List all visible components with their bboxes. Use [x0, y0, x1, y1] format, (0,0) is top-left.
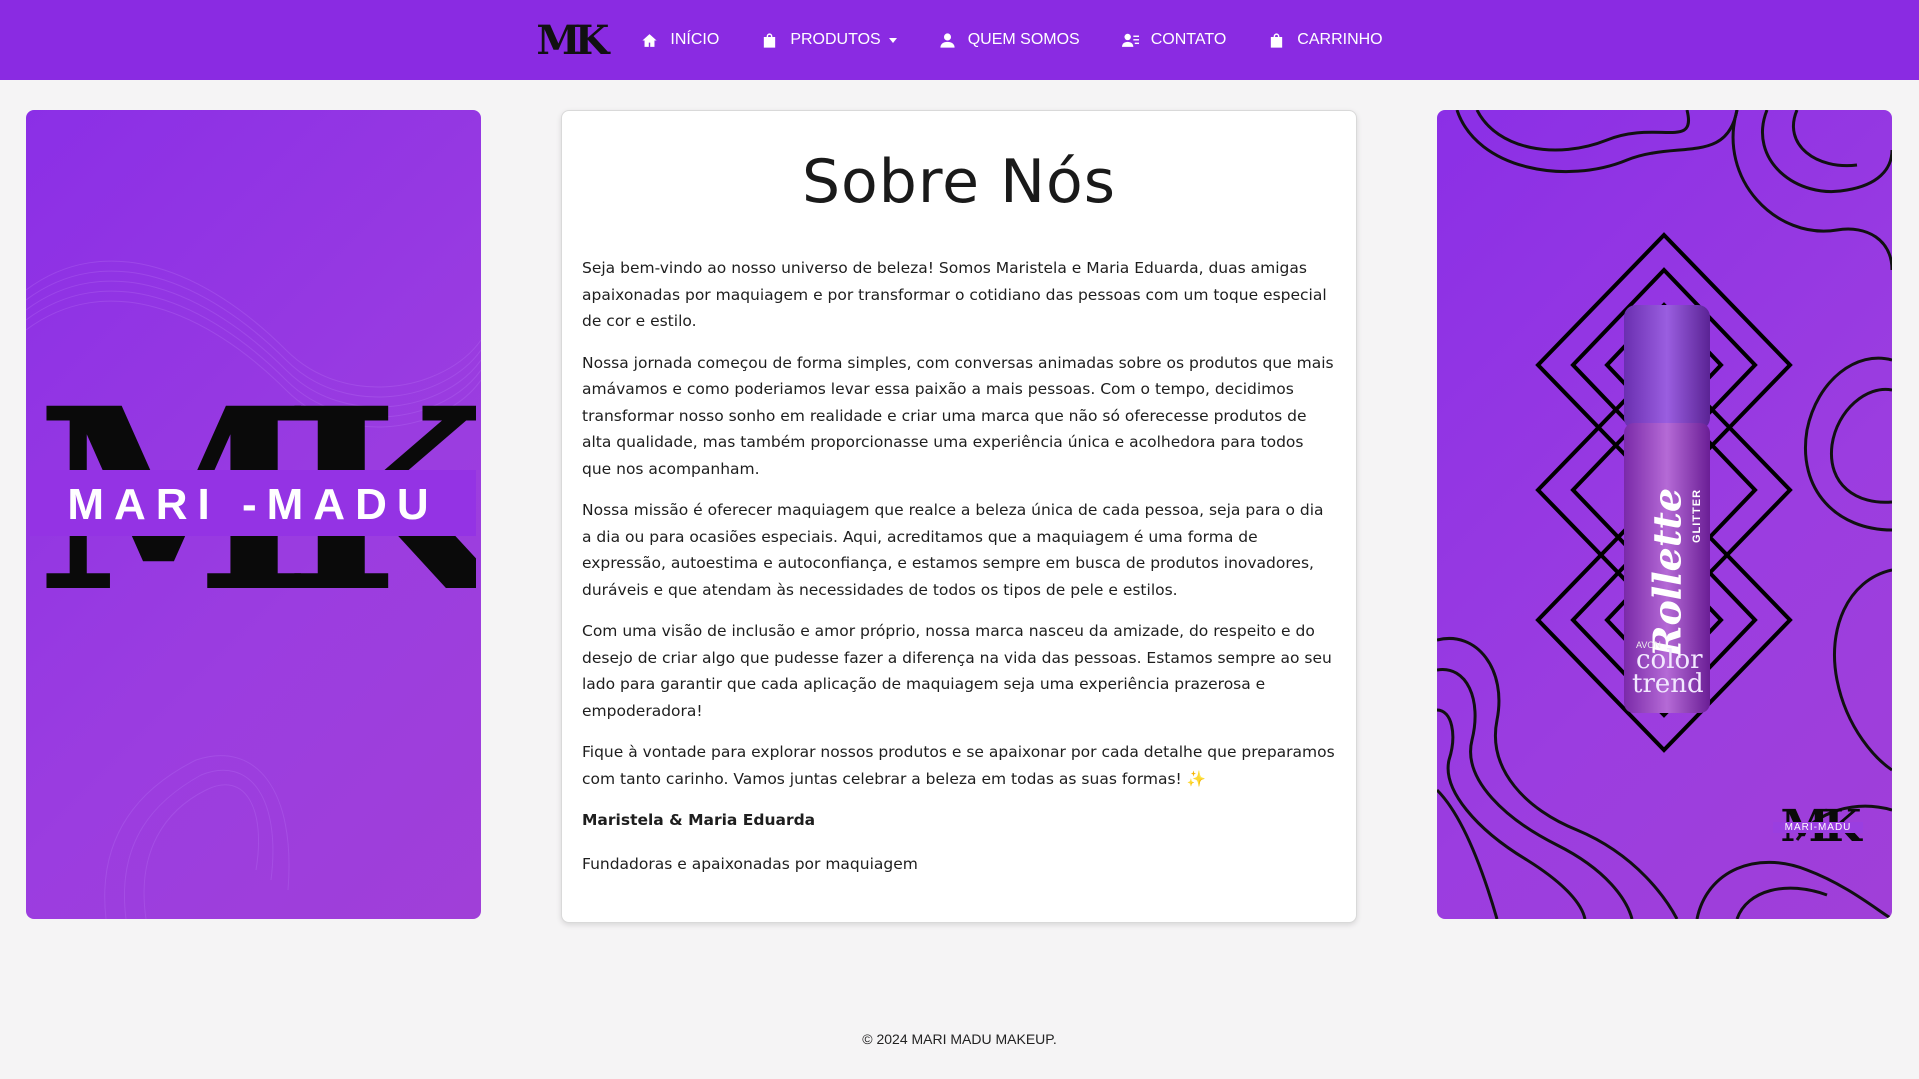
mari-madu-logo: MK MARI -MADU [30, 400, 476, 620]
nav-item-label: CONTATO [1150, 31, 1227, 48]
nav-item-inicio[interactable]: INÍCIO [641, 31, 719, 49]
about-paragraph: Seja bem-vindo ao nosso universo de bele… [582, 259, 1327, 330]
about-paragraph: Nossa jornada começou de forma simples, … [582, 353, 1334, 478]
bag-icon [764, 32, 776, 48]
product-label: Rollette GLITTER AVON color trend [1622, 440, 1712, 710]
small-logo-name: MARI-MADU [1773, 822, 1863, 833]
nav-item-label: QUEM SOMOS [967, 31, 1080, 48]
contact-icon [1121, 33, 1139, 47]
navbar: MK INÍCIO PRODUTOS QUEM SOMOS CONTATO CA… [0, 0, 1919, 80]
right-banner-image: Rollette GLITTER AVON color trend MK MAR… [1437, 110, 1892, 919]
founders-role: Fundadoras e apaixonadas por maquiagem [582, 854, 918, 873]
brand-logo[interactable]: MK [536, 21, 609, 61]
left-banner-image: MK MARI -MADU [26, 110, 481, 919]
mari-madu-small-logo: MK MARI-MADU [1773, 805, 1863, 849]
nav-item-label: INÍCIO [670, 31, 720, 48]
nav-item-label: CARRINHO [1297, 31, 1383, 48]
founders-signature: Maristela & Maria Eduarda [582, 811, 816, 829]
about-paragraph: Com uma visão de inclusão e amor próprio… [582, 622, 1332, 720]
home-icon [642, 33, 658, 47]
logo-name: MARI -MADU [67, 480, 439, 529]
about-card: Sobre Nós Seja bem-vindo ao nosso univer… [561, 110, 1357, 923]
product-brand-line2: trend [1632, 669, 1704, 699]
nav-item-contato[interactable]: CONTATO [1121, 31, 1227, 49]
user-icon [940, 32, 955, 48]
nav-item-label: PRODUTOS [790, 31, 881, 48]
about-paragraph: Nossa missão é oferecer maquiagem que re… [582, 501, 1324, 599]
page-title: Sobre Nós [801, 147, 1117, 217]
about-paragraph: Fique à vontade para explorar nossos pro… [582, 743, 1335, 788]
product-sub: GLITTER [1691, 488, 1703, 544]
nav-inner: MK INÍCIO PRODUTOS QUEM SOMOS CONTATO CA… [536, 0, 1382, 80]
footer-copyright: © 2024 MARI MADU MAKEUP. [862, 1031, 1057, 1047]
nav-item-carrinho[interactable]: CARRINHO [1268, 31, 1383, 49]
cart-bag-icon [1271, 32, 1283, 48]
nav-item-quem-somos[interactable]: QUEM SOMOS [939, 31, 1080, 49]
nav-item-produtos[interactable]: PRODUTOS [761, 31, 897, 49]
chevron-down-icon [888, 37, 897, 43]
